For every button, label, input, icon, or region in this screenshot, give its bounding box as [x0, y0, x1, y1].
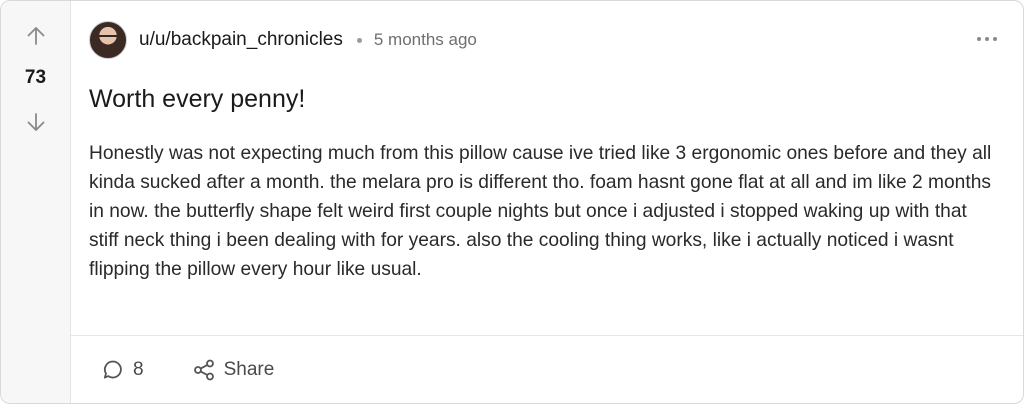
- post-main: u/u/backpain_chronicles 5 months ago Wor…: [71, 1, 1023, 403]
- more-options-button[interactable]: [975, 29, 999, 49]
- meta-separator-dot: [356, 37, 362, 43]
- post-time: 5 months ago: [373, 30, 477, 49]
- post-card: 73 u/u/backpain_chronicles 5 months ago …: [0, 0, 1024, 404]
- username-link[interactable]: u/u/backpain_chronicles: [139, 29, 343, 51]
- vote-column: 73: [1, 1, 71, 403]
- arrow-down-icon: [27, 113, 45, 131]
- vote-score: 73: [24, 67, 47, 88]
- downvote-button[interactable]: [23, 109, 49, 135]
- user-avatar[interactable]: [89, 21, 127, 59]
- comments-count: 8: [133, 359, 144, 380]
- share-label: Share: [223, 359, 275, 380]
- footer-divider: [71, 335, 1023, 336]
- post-actions: 8 Share: [101, 353, 274, 387]
- comment-bubble-icon: [101, 358, 125, 382]
- avatar-glasses: [99, 35, 117, 41]
- share-button[interactable]: Share: [192, 358, 275, 382]
- post-meta: u/u/backpain_chronicles 5 months ago: [89, 21, 477, 59]
- share-nodes-icon: [192, 358, 216, 382]
- post-body: Honestly was not expecting much from thi…: [89, 143, 992, 280]
- comments-button[interactable]: 8: [101, 358, 144, 382]
- arrow-up-icon: [27, 27, 45, 45]
- post-title: Worth every penny!: [89, 85, 306, 113]
- more-horizontal-icon: [977, 37, 997, 41]
- upvote-button[interactable]: [23, 23, 49, 49]
